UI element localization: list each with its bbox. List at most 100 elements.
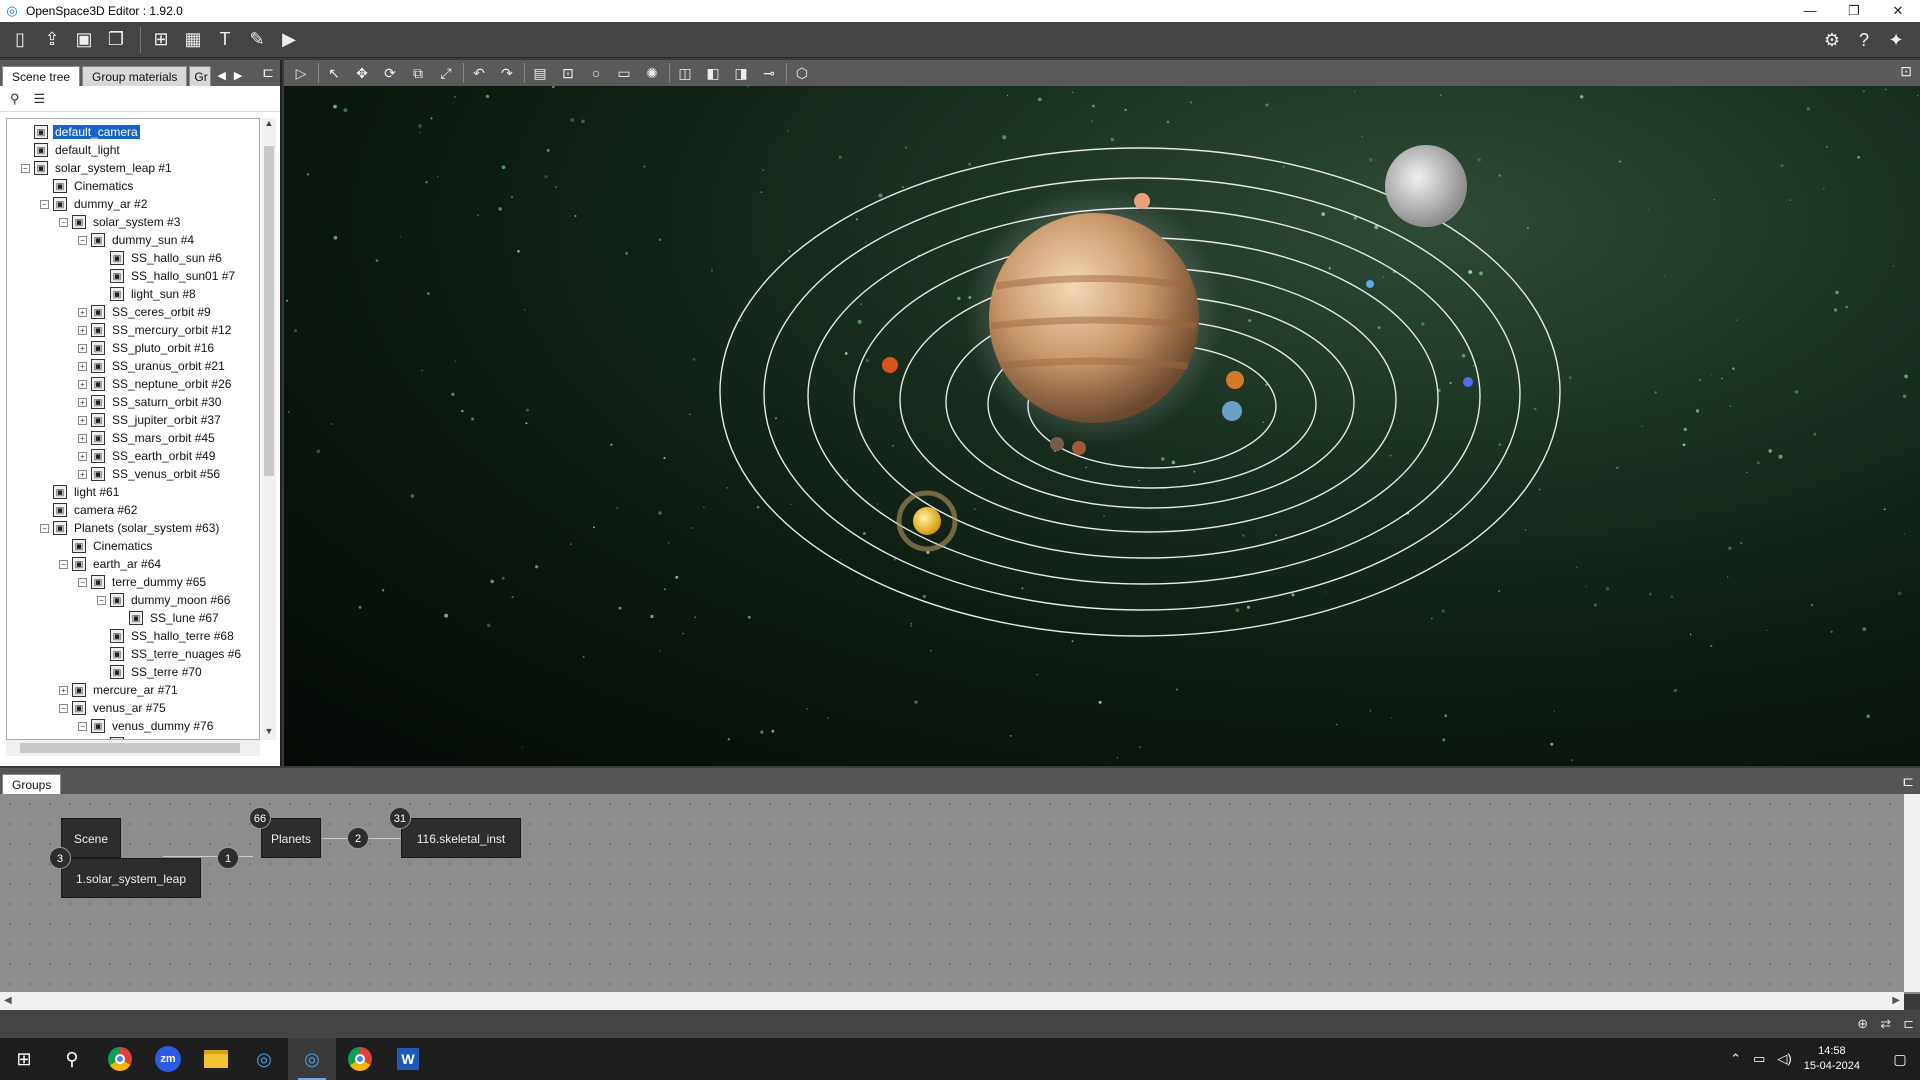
expand-icon[interactable]: + bbox=[78, 307, 87, 317]
cube-icon[interactable]: ◧ bbox=[702, 63, 724, 83]
expand-icon[interactable]: + bbox=[78, 451, 87, 461]
open-icon[interactable]: ⇪ bbox=[38, 26, 66, 54]
collapse-icon[interactable]: − bbox=[78, 577, 87, 587]
scroll-right-icon[interactable]: ▶ bbox=[1892, 995, 1900, 1006]
shield-icon[interactable]: ⬡ bbox=[791, 63, 813, 83]
collapse-icon[interactable]: − bbox=[21, 163, 30, 173]
tree-node[interactable]: − ▣ venus_ar #75 bbox=[59, 699, 168, 717]
tree-node[interactable]: − ▣ Planets (solar_system #63) bbox=[40, 519, 221, 537]
sun-planet[interactable] bbox=[913, 507, 941, 535]
tree-node[interactable]: + ▣ SS_mercury_orbit #12 bbox=[78, 321, 233, 339]
scale-icon[interactable]: ⧉ bbox=[407, 63, 429, 83]
expand-icon[interactable]: + bbox=[78, 343, 87, 353]
tab-groups[interactable]: Groups bbox=[2, 774, 62, 794]
save-as-icon[interactable]: ❐ bbox=[102, 26, 130, 54]
collapse-panel-icon[interactable]: ⊏ bbox=[1902, 773, 1914, 790]
group-node-scene[interactable]: Scene bbox=[61, 818, 121, 858]
tree-node[interactable]: − ▣ dummy_moon #66 bbox=[97, 591, 232, 609]
neptune-planet[interactable] bbox=[1463, 377, 1473, 387]
grid-view-icon[interactable]: ▤ bbox=[529, 63, 551, 83]
tree-node[interactable]: + ▣ SS_neptune_orbit #26 bbox=[78, 375, 233, 393]
tree-node[interactable]: − ▣ solar_system_leap #1 bbox=[21, 159, 174, 177]
help-icon[interactable]: ? bbox=[1850, 26, 1878, 54]
windows-start-icon[interactable]: ⊞ bbox=[0, 1038, 48, 1080]
collapse-icon[interactable]: − bbox=[78, 721, 87, 731]
tree-node[interactable]: ▣ SS_hallo_terre #68 bbox=[97, 627, 236, 645]
text-icon[interactable]: T bbox=[211, 26, 239, 54]
expand-icon[interactable]: + bbox=[78, 469, 87, 479]
chrome-profile-taskbar-icon[interactable] bbox=[336, 1038, 384, 1080]
tree-node[interactable]: + ▣ SS_ceres_orbit #9 bbox=[78, 303, 213, 321]
rotate-icon[interactable]: ⟳ bbox=[379, 63, 401, 83]
tree-node[interactable]: + ▣ SS_earth_orbit #49 bbox=[78, 447, 217, 465]
camera-icon[interactable]: ▭ bbox=[613, 63, 635, 83]
scroll-left-icon[interactable]: ◀ bbox=[4, 995, 12, 1006]
collapse-icon[interactable]: − bbox=[59, 703, 68, 713]
tree-node[interactable]: − ▣ solar_system #3 bbox=[59, 213, 182, 231]
new-icon[interactable]: ▯ bbox=[6, 26, 34, 54]
scroll-up-icon[interactable]: ▲ bbox=[262, 118, 276, 132]
undo-icon[interactable]: ↶ bbox=[468, 63, 490, 83]
tree-node[interactable]: ▣ light #61 bbox=[40, 483, 121, 501]
redo-icon[interactable]: ↷ bbox=[496, 63, 518, 83]
scrollbar-thumb[interactable] bbox=[20, 743, 240, 753]
tree-node[interactable]: ▣ default_light bbox=[21, 141, 122, 159]
tools-icon[interactable]: ✎ bbox=[243, 26, 271, 54]
moon-planet[interactable] bbox=[1385, 145, 1467, 227]
search-icon[interactable]: ⚲ bbox=[10, 91, 20, 107]
tree-node[interactable]: − ▣ dummy_ar #2 bbox=[40, 195, 149, 213]
tree-node[interactable]: + ▣ mercure_ar #71 bbox=[59, 681, 180, 699]
scrollbar-thumb[interactable] bbox=[264, 146, 274, 476]
openspace-taskbar-icon[interactable]: ◎ bbox=[240, 1038, 288, 1080]
group-node-skeletal[interactable]: 116.skeletal_inst bbox=[401, 818, 521, 858]
tree-node[interactable]: ▣ Cinematics bbox=[59, 537, 154, 555]
tree-horizontal-scrollbar[interactable] bbox=[6, 740, 260, 756]
tab-groups-truncated[interactable]: Gr bbox=[189, 66, 212, 86]
tree-node[interactable]: ▣ SS_hallo_sun01 #7 bbox=[97, 267, 237, 285]
chrome-taskbar-icon[interactable] bbox=[96, 1038, 144, 1080]
scroll-down-icon[interactable]: ▼ bbox=[262, 726, 276, 740]
file-explorer-taskbar-icon[interactable] bbox=[192, 1038, 240, 1080]
tree-node[interactable]: + ▣ SS_venus_orbit #56 bbox=[78, 465, 222, 483]
tree-node[interactable]: + ▣ SS_uranus_orbit #21 bbox=[78, 357, 227, 375]
notifications-icon[interactable]: ▢ bbox=[1880, 1051, 1920, 1068]
collapse-icon[interactable]: − bbox=[40, 523, 49, 533]
move-icon[interactable]: ✥ bbox=[351, 63, 373, 83]
settings-icon[interactable]: ⚙ bbox=[1818, 26, 1846, 54]
search-icon[interactable]: ⚲ bbox=[48, 1038, 96, 1080]
collapse-icon[interactable]: − bbox=[40, 199, 49, 209]
tree-node[interactable]: ▣ SS_terre_nuages #6 bbox=[97, 645, 243, 663]
tab-scene-tree[interactable]: Scene tree bbox=[2, 66, 81, 86]
expand-icon[interactable]: + bbox=[78, 325, 87, 335]
network-status-icon[interactable]: ⊕ bbox=[1857, 1016, 1868, 1032]
tab-scroll-left-icon[interactable]: ◀ bbox=[217, 69, 225, 82]
tree-node[interactable]: + ▣ SS_pluto_orbit #16 bbox=[78, 339, 216, 357]
tree-node[interactable]: + ▣ SS_mars_orbit #45 bbox=[78, 429, 217, 447]
groups-horizontal-scrollbar[interactable]: ◀ ▶ bbox=[0, 992, 1904, 1010]
tree-node[interactable]: ▣ default_camera bbox=[21, 123, 140, 141]
select-icon[interactable]: ↖ bbox=[323, 63, 345, 83]
groups-canvas[interactable]: Scene 1.solar_system_leap Planets 116.sk… bbox=[0, 794, 1920, 994]
lock-icon[interactable]: ⊸ bbox=[758, 63, 780, 83]
expand-icon[interactable]: + bbox=[78, 361, 87, 371]
openspace-editor-taskbar-icon[interactable]: ◎ bbox=[288, 1038, 336, 1080]
run-icon[interactable]: ▷ bbox=[290, 63, 312, 83]
collapse-icon[interactable]: − bbox=[78, 235, 87, 245]
group-node-planets[interactable]: Planets bbox=[261, 818, 321, 858]
group-node-solar-system[interactable]: 1.solar_system_leap bbox=[61, 858, 201, 898]
chevron-up-icon[interactable]: ⌃ bbox=[1730, 1051, 1741, 1067]
maximize-viewport-icon[interactable]: ⊡ bbox=[1900, 63, 1912, 80]
layers-icon[interactable]: ◨ bbox=[730, 63, 752, 83]
tree-node[interactable]: ▣ SS_hallo_sun #6 bbox=[97, 249, 224, 267]
tree-vertical-scrollbar[interactable]: ▲ ▼ bbox=[262, 118, 276, 740]
tab-group-materials[interactable]: Group materials bbox=[82, 66, 188, 86]
light-icon[interactable]: ✺ bbox=[641, 63, 663, 83]
collapse-icon[interactable]: − bbox=[59, 217, 68, 227]
word-taskbar-icon[interactable]: W bbox=[384, 1038, 432, 1080]
add-folder-icon[interactable]: ⊞ bbox=[147, 26, 175, 54]
venus-planet[interactable] bbox=[1226, 371, 1244, 389]
network-icon[interactable]: ▭ bbox=[1753, 1051, 1765, 1067]
collapse-icon[interactable]: − bbox=[59, 559, 68, 569]
tree-node[interactable]: − ▣ venus_dummy #76 bbox=[78, 717, 215, 735]
tree-node[interactable]: + ▣ SS_saturn_orbit #30 bbox=[78, 393, 223, 411]
